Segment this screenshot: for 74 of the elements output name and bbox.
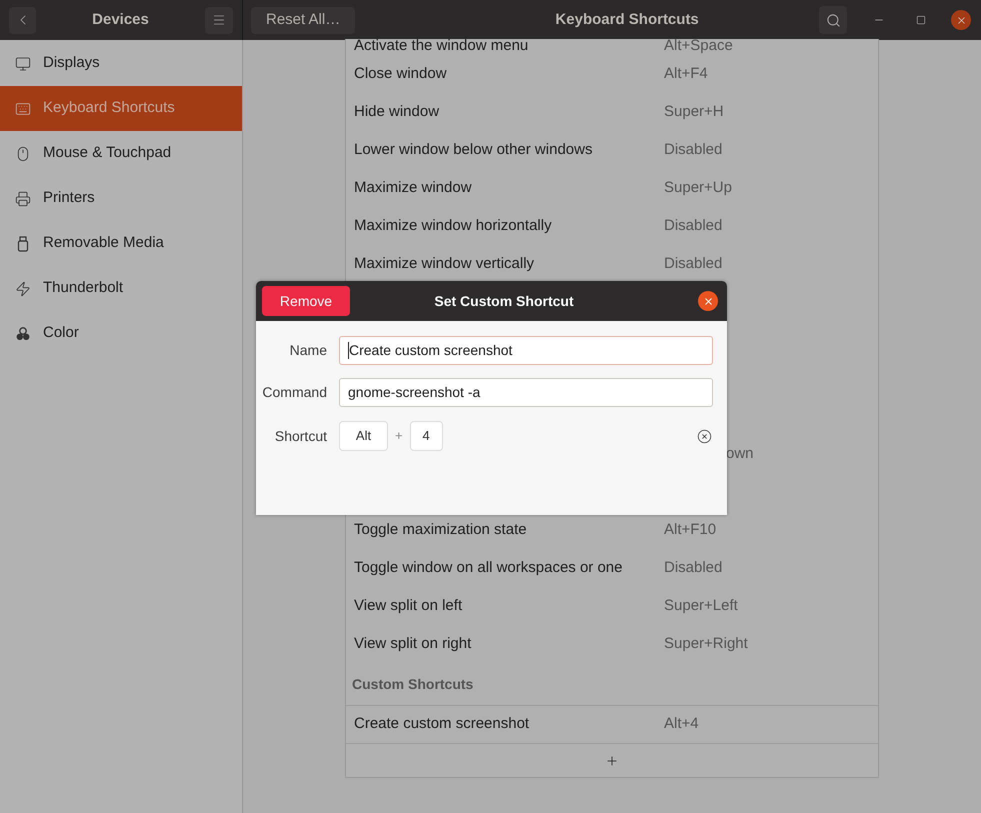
text-field[interactable]: gnome-screenshot -a (339, 378, 713, 407)
color-circles-icon (15, 326, 31, 342)
shortcut-row[interactable]: Lower window below other windows Disabled (346, 131, 878, 169)
shortcut-name: Toggle maximization state (353, 520, 528, 540)
shortcut-row[interactable]: Hide window Super+H (346, 93, 878, 131)
remove-button[interactable]: Remove (262, 286, 350, 316)
shortcut-row[interactable]: Close window Alt+F4 (346, 55, 878, 93)
plus-icon (605, 754, 619, 768)
clear-icon (696, 428, 712, 444)
section-heading: Custom Shortcuts (352, 674, 474, 694)
shortcut-row[interactable]: Maximize window vertically Disabled (346, 245, 878, 283)
shortcut-keys: Alt+4 (664, 713, 699, 736)
shortcut-keys: Alt+F4 (664, 62, 708, 86)
sidebar-item[interactable]: Color (0, 311, 242, 356)
keyboard-icon (15, 100, 31, 116)
shortcut-keys: Super+Left (664, 594, 738, 618)
sidebar-item[interactable]: Thunderbolt (0, 266, 242, 311)
dialog-title: Set Custom Shortcut (433, 292, 575, 310)
window-title: Keyboard Shortcuts (554, 10, 700, 30)
shortcut-name: View split on right (353, 634, 472, 654)
sidebar-item[interactable]: Mouse & Touchpad (0, 131, 242, 176)
dialog-close-button[interactable] (698, 291, 718, 311)
shortcut-keys: Super+H (664, 100, 724, 124)
search-icon (826, 12, 840, 28)
shortcut-keys: Disabled (664, 214, 722, 238)
sidebar-item[interactable]: Displays (0, 41, 242, 86)
shortcut-name: Create custom screenshot (353, 714, 530, 734)
printer-icon (15, 190, 31, 206)
close-button[interactable] (951, 10, 971, 30)
sidebar-title: Devices (91, 10, 150, 30)
shortcut-row[interactable]: View split on right Super+Right (346, 625, 878, 663)
shortcut-keys: Alt+Space (664, 39, 733, 53)
shortcut-keys: Super+Up (664, 176, 732, 200)
display-icon (15, 56, 31, 72)
lightning-icon (15, 280, 31, 296)
clear-shortcut-button[interactable] (696, 428, 712, 444)
reset-all-button[interactable]: Reset All… (251, 6, 356, 34)
close-icon (702, 296, 714, 306)
search-button[interactable] (819, 6, 847, 34)
sidebar-item[interactable]: Removable Media (0, 221, 242, 266)
shortcut-name: Activate the window menu (353, 39, 530, 53)
shortcut-row[interactable]: Toggle maximization state Alt+F10 (346, 511, 878, 549)
key-cap: Alt (339, 421, 388, 451)
shortcut-keys: Disabled (664, 138, 722, 162)
usb-stick-icon (15, 236, 31, 252)
shortcut-name: Maximize window (353, 178, 473, 198)
shortcut-keys: Alt+F10 (664, 518, 716, 542)
shortcut-name: Lower window below other windows (353, 140, 594, 160)
shortcut-name: Maximize window vertically (353, 254, 536, 274)
plus-sign: + (394, 427, 404, 446)
shortcut-keys: Super+Right (664, 632, 748, 656)
field-label: Command (261, 383, 328, 402)
shortcut-row[interactable]: Toggle window on all workspaces or one Disabled (346, 549, 878, 587)
close-icon (956, 14, 966, 26)
field-label: Shortcut (274, 426, 328, 446)
shortcut-row[interactable]: Maximize window horizontally Disabled (346, 207, 878, 245)
shortcut-keys: Disabled (664, 252, 722, 276)
menu-button[interactable] (205, 6, 233, 34)
mouse-icon (15, 146, 31, 162)
sidebar-item[interactable]: Printers (0, 176, 242, 221)
menu-icon (212, 13, 226, 27)
shortcut-keys: own (726, 442, 754, 466)
shortcut-row[interactable]: View split on left Super+Left (346, 587, 878, 625)
key-cap: 4 (410, 421, 443, 451)
shortcut-name: View split on left (353, 596, 464, 616)
maximize-icon (916, 15, 926, 25)
shortcut-name: Close window (353, 64, 448, 84)
text-field[interactable]: Create custom screenshot (339, 336, 713, 365)
shortcut-name: Hide window (353, 102, 440, 122)
shortcut-name: Maximize window horizontally (353, 216, 553, 236)
field-label: Name (288, 341, 328, 360)
shortcut-name: Toggle window on all workspaces or one (353, 558, 624, 578)
shortcut-keys: Disabled (664, 556, 722, 580)
shortcut-row[interactable]: Maximize window Super+Up (346, 169, 878, 207)
